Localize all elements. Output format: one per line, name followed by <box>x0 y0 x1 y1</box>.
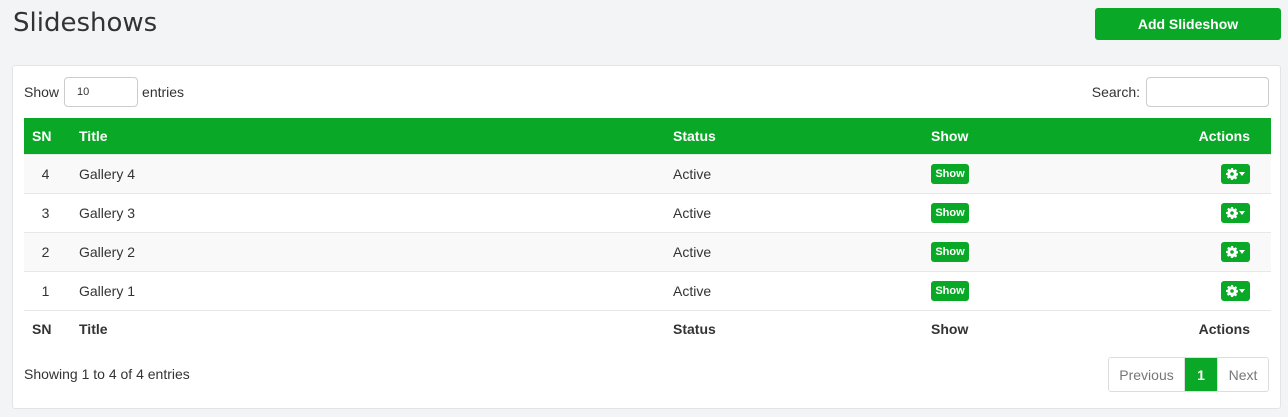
gear-icon <box>1226 167 1238 180</box>
caret-down-icon <box>1239 171 1245 176</box>
row-sn: 2 <box>41 243 50 260</box>
search-input[interactable] <box>1146 77 1269 107</box>
row-sn: 3 <box>41 204 50 221</box>
footer-header-show: Show <box>931 320 969 337</box>
row-status: Active <box>673 282 712 299</box>
add-slideshow-button[interactable]: Add Slideshow <box>1095 8 1281 40</box>
pagination-next[interactable]: Next <box>1217 358 1268 391</box>
row-actions-cell <box>1103 154 1271 193</box>
table-info: Showing 1 to 4 of 4 entries <box>24 366 190 382</box>
column-header-sn[interactable]: SN <box>24 118 71 154</box>
row-actions-cell <box>1103 232 1271 271</box>
entries-length-select[interactable] <box>64 77 139 107</box>
table-row: 2 Gallery 2 Active Show <box>24 232 1271 271</box>
caret-down-icon <box>1239 288 1245 293</box>
row-actions-cell <box>1103 271 1271 310</box>
row-sn: 4 <box>41 165 50 182</box>
row-show-cell: Show <box>923 232 1103 271</box>
page-title: Slideshows <box>13 8 158 38</box>
row-sn: 1 <box>41 282 50 299</box>
search-label: Search: <box>1091 84 1140 100</box>
table-footer-row: SN Title Status Show Actions <box>24 310 1271 347</box>
pagination-previous[interactable]: Previous <box>1109 358 1185 391</box>
length-prefix-label: Show <box>24 84 60 100</box>
row-title: Gallery 1 <box>79 282 136 299</box>
row-status: Active <box>673 204 712 221</box>
search-control: Search: <box>1092 77 1269 107</box>
column-header-title[interactable]: Title <box>71 118 665 154</box>
footer-header-status: Status <box>673 320 716 337</box>
entries-length-control: Show entries <box>24 77 184 107</box>
pagination: Previous 1 Next <box>1108 357 1269 392</box>
slideshows-card: Show entries Search: SN Title Status Sho… <box>12 65 1281 409</box>
gear-icon <box>1226 206 1238 219</box>
length-suffix-label: entries <box>142 84 185 100</box>
show-button[interactable]: Show <box>931 280 969 301</box>
row-title: Gallery 4 <box>79 165 136 182</box>
column-header-actions[interactable]: Actions <box>1103 118 1271 154</box>
actions-dropdown-button[interactable] <box>1221 241 1250 262</box>
row-show-cell: Show <box>923 193 1103 232</box>
table-body: 4 Gallery 4 Active Show 3 Gallery 3 Acti… <box>24 154 1271 310</box>
caret-down-icon <box>1239 210 1245 215</box>
column-header-status[interactable]: Status <box>665 118 923 154</box>
row-title: Gallery 3 <box>79 204 136 221</box>
table-row: 4 Gallery 4 Active Show <box>24 154 1271 193</box>
column-header-show[interactable]: Show <box>923 118 1103 154</box>
caret-down-icon <box>1239 249 1245 254</box>
actions-dropdown-button[interactable] <box>1221 280 1250 301</box>
show-button[interactable]: Show <box>931 241 969 262</box>
show-button[interactable]: Show <box>931 202 969 223</box>
footer-header-title: Title <box>79 320 108 337</box>
gear-icon <box>1226 245 1238 258</box>
show-button[interactable]: Show <box>931 163 969 184</box>
row-title: Gallery 2 <box>79 243 136 260</box>
row-actions-cell <box>1103 193 1271 232</box>
actions-dropdown-button[interactable] <box>1221 163 1250 184</box>
row-status: Active <box>673 243 712 260</box>
row-show-cell: Show <box>923 154 1103 193</box>
footer-header-actions: Actions <box>1198 320 1250 337</box>
pagination-page-current[interactable]: 1 <box>1185 358 1217 391</box>
table-row: 3 Gallery 3 Active Show <box>24 193 1271 232</box>
gear-icon <box>1226 284 1238 297</box>
row-show-cell: Show <box>923 271 1103 310</box>
actions-dropdown-button[interactable] <box>1221 202 1250 223</box>
footer-header-sn: SN <box>32 320 52 337</box>
row-status: Active <box>673 165 712 182</box>
table-header-row: SN Title Status Show Actions <box>24 118 1271 154</box>
table-row: 1 Gallery 1 Active Show <box>24 271 1271 310</box>
slideshows-table: SN Title Status Show Actions 4 Gallery 4… <box>24 118 1271 347</box>
